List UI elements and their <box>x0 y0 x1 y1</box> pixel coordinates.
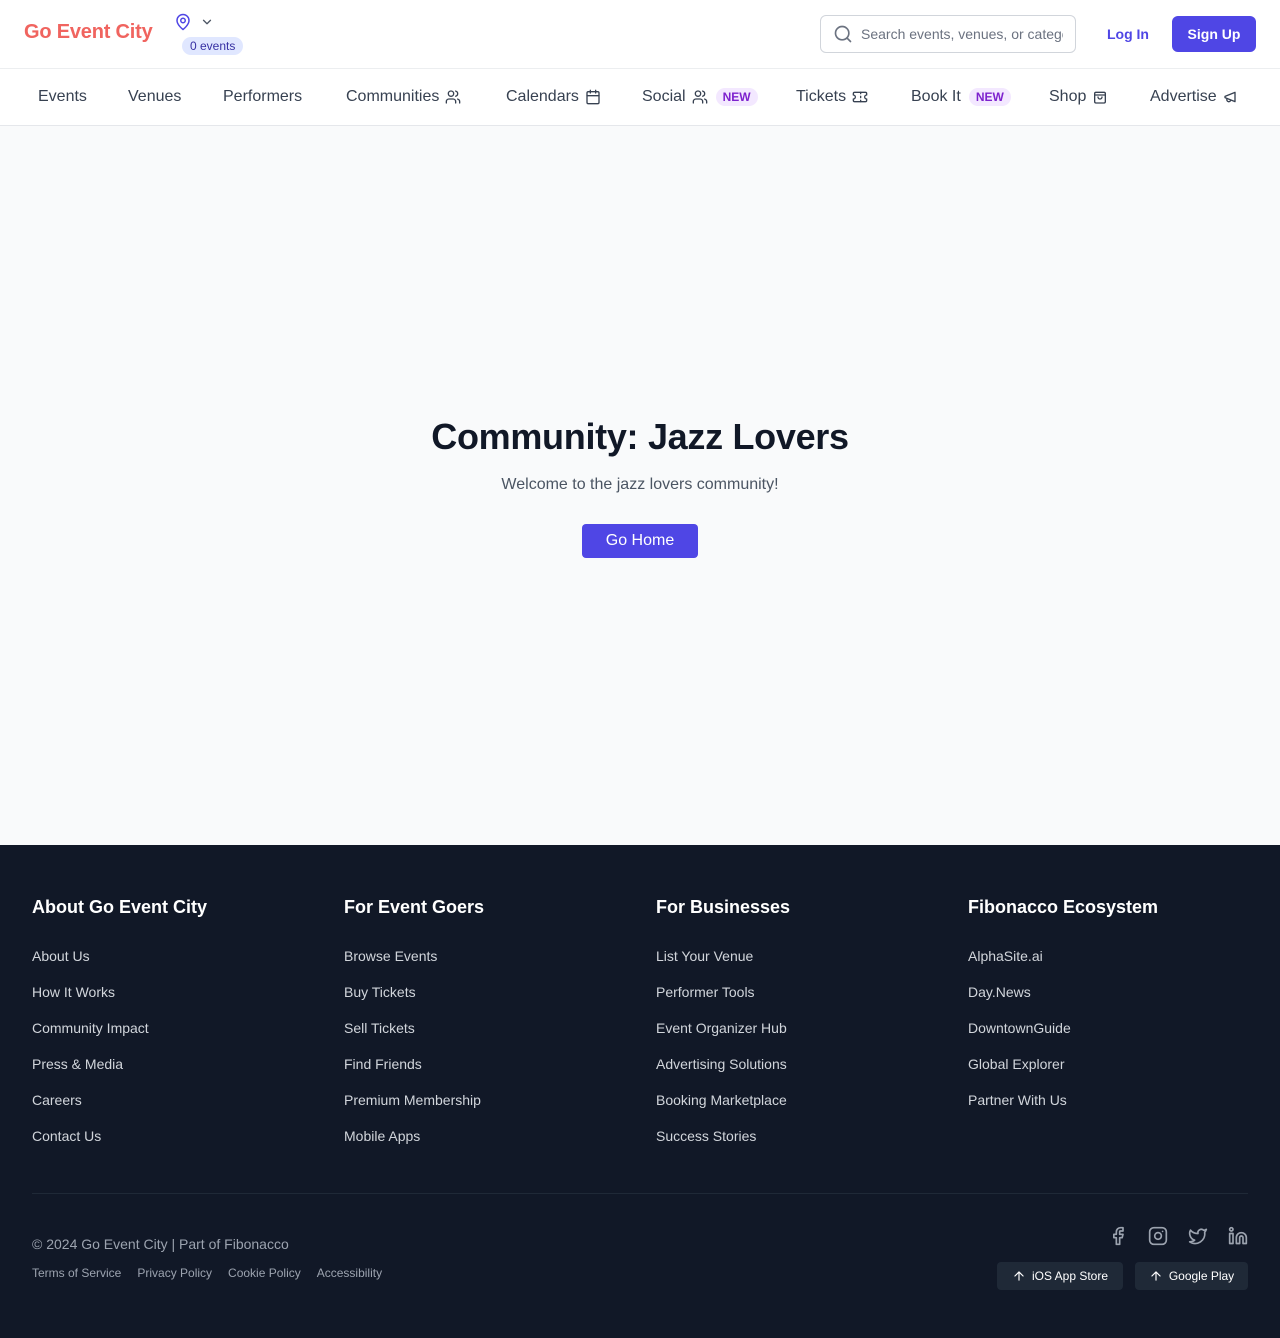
main-content: Community: Jazz Lovers Welcome to the ja… <box>0 126 1280 845</box>
footer-link[interactable]: Event Organizer Hub <box>656 1019 956 1055</box>
cookie-link[interactable]: Cookie Policy <box>228 1266 301 1280</box>
footer-link[interactable]: Contact Us <box>32 1127 332 1163</box>
footer-link[interactable]: Buy Tickets <box>344 983 644 1019</box>
footer-column-title: Fibonacco Ecosystem <box>968 897 1159 917</box>
footer-column-title: About Go Event City <box>32 897 207 917</box>
event-count-badge: 0 events <box>182 37 244 55</box>
main-nav: Events Venues Performers Communities Cal… <box>0 69 1280 126</box>
facebook-icon[interactable] <box>1108 1226 1128 1246</box>
page-title: Community: Jazz Lovers <box>431 416 849 457</box>
brand-logo[interactable]: Go Event City <box>24 21 153 44</box>
nav-item-communities[interactable]: Communities <box>346 69 461 125</box>
nav-item-venues[interactable]: Venues <box>128 69 181 125</box>
footer-link[interactable]: How It Works <box>32 983 332 1019</box>
new-badge: NEW <box>715 88 758 106</box>
chevron-down-icon <box>200 15 214 29</box>
nav-item-social[interactable]: Social NEW <box>642 69 758 125</box>
ticket-icon <box>852 89 868 105</box>
terms-link[interactable]: Terms of Service <box>32 1266 121 1280</box>
footer-link[interactable]: Booking Marketplace <box>656 1091 956 1127</box>
linkedin-icon[interactable] <box>1228 1226 1248 1246</box>
footer-link[interactable]: Global Explorer <box>968 1055 1268 1091</box>
new-badge: NEW <box>968 88 1011 106</box>
nav-label: Events <box>38 88 87 105</box>
footer-link[interactable]: Sell Tickets <box>344 1019 644 1055</box>
calendar-icon <box>585 89 601 105</box>
footer-link[interactable]: Partner With Us <box>968 1091 1268 1127</box>
footer-link[interactable]: Careers <box>32 1091 332 1127</box>
footer-link[interactable]: List Your Venue <box>656 947 956 983</box>
arrow-up-icon <box>1149 1269 1163 1283</box>
nav-label: Performers <box>223 88 303 105</box>
nav-label: Calendars <box>506 88 579 105</box>
arrow-up-icon <box>1012 1269 1026 1283</box>
nav-item-tickets[interactable]: Tickets <box>796 69 868 125</box>
footer-column-businesses: For Businesses List Your Venue Performer… <box>656 897 956 1163</box>
nav-item-shop[interactable]: Shop <box>1049 69 1108 125</box>
nav-item-performers[interactable]: Performers <box>223 69 302 125</box>
nav-label: Venues <box>128 88 182 105</box>
footer-link[interactable]: Mobile Apps <box>344 1127 644 1163</box>
footer-link[interactable]: Browse Events <box>344 947 644 983</box>
signup-button[interactable]: Sign Up <box>1172 16 1256 52</box>
nav-label: Tickets <box>796 88 847 105</box>
google-play-button[interactable]: Google Play <box>1135 1262 1248 1290</box>
footer-divider <box>32 1193 1248 1194</box>
legal-links: Terms of Service Privacy Policy Cookie P… <box>32 1266 382 1280</box>
site-footer: About Go Event City About Us How It Work… <box>0 845 1280 1338</box>
login-button[interactable]: Log In <box>1094 15 1162 53</box>
footer-link[interactable]: Press & Media <box>32 1055 332 1091</box>
privacy-link[interactable]: Privacy Policy <box>137 1266 212 1280</box>
nav-label: Advertise <box>1150 88 1217 105</box>
search-input[interactable] <box>861 26 1063 42</box>
nav-label: Shop <box>1049 88 1087 105</box>
footer-link[interactable]: Day.News <box>968 983 1268 1019</box>
footer-column-title: For Businesses <box>656 897 791 917</box>
page-subtitle: Welcome to the jazz lovers community! <box>501 476 779 493</box>
footer-column-about: About Go Event City About Us How It Work… <box>32 897 332 1163</box>
users-icon <box>692 89 708 105</box>
copyright-text: © 2024 Go Event City | Part of Fibonacco <box>32 1236 289 1252</box>
footer-link[interactable]: Community Impact <box>32 1019 332 1055</box>
footer-link[interactable]: Find Friends <box>344 1055 644 1091</box>
footer-link[interactable]: AlphaSite.ai <box>968 947 1268 983</box>
nav-item-book-it[interactable]: Book It NEW <box>911 69 1011 125</box>
users-icon <box>445 89 461 105</box>
nav-item-advertise[interactable]: Advertise <box>1150 69 1239 125</box>
footer-column-title: For Event Goers <box>344 897 485 917</box>
search-box <box>820 15 1076 53</box>
footer-column-event-goers: For Event Goers Browse Events Buy Ticket… <box>344 897 644 1163</box>
search-icon <box>833 24 853 44</box>
footer-link[interactable]: Premium Membership <box>344 1091 644 1127</box>
top-header: Go Event City 0 events Log In Sign Up <box>0 0 1280 69</box>
footer-link[interactable]: About Us <box>32 947 332 983</box>
footer-link[interactable]: Performer Tools <box>656 983 956 1019</box>
social-links <box>1108 1226 1248 1246</box>
footer-link[interactable]: DowntownGuide <box>968 1019 1268 1055</box>
ios-app-store-button[interactable]: iOS App Store <box>997 1262 1123 1290</box>
shopping-bag-icon <box>1092 89 1108 105</box>
nav-item-calendars[interactable]: Calendars <box>506 69 601 125</box>
footer-link[interactable]: Advertising Solutions <box>656 1055 956 1091</box>
store-label: iOS App Store <box>1031 1269 1109 1283</box>
accessibility-link[interactable]: Accessibility <box>317 1266 382 1280</box>
nav-item-events[interactable]: Events <box>38 69 87 125</box>
store-label: Google Play <box>1168 1269 1235 1283</box>
map-pin-icon <box>174 12 192 32</box>
instagram-icon[interactable] <box>1148 1226 1168 1246</box>
twitter-icon[interactable] <box>1188 1226 1208 1246</box>
footer-link[interactable]: Success Stories <box>656 1127 956 1163</box>
go-home-button[interactable]: Go Home <box>582 524 698 558</box>
location-selector[interactable] <box>174 11 222 33</box>
megaphone-icon <box>1223 89 1239 105</box>
footer-column-ecosystem: Fibonacco Ecosystem AlphaSite.ai Day.New… <box>968 897 1268 1127</box>
nav-label: Social <box>642 88 686 105</box>
nav-label: Book It <box>911 88 961 105</box>
nav-label: Communities <box>346 88 440 105</box>
